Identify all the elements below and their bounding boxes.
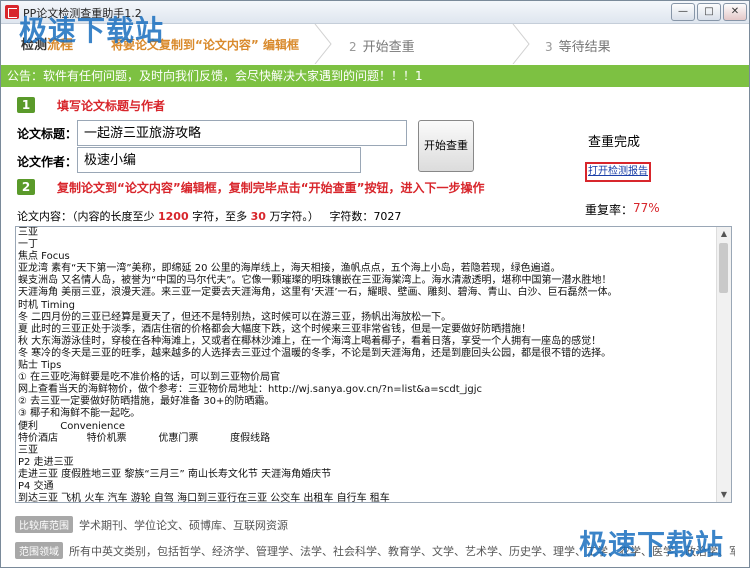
step-chevron-icon bbox=[512, 24, 530, 64]
paper-content-textarea[interactable]: 三亚 一丁 焦点 Focus 亚龙湾 素有“天下第一湾”美称，即绵延 20 公里的海岸… bbox=[15, 226, 732, 503]
close-icon[interactable]: ✕ bbox=[723, 3, 747, 21]
paper-title-input[interactable]: 一起游三亚旅游攻略 bbox=[77, 120, 407, 146]
content-line: ① 在三亚吃海鲜要是吃不准价格的话，可以到三亚物价局官 bbox=[18, 372, 281, 384]
section-2-title: 复制论文到“论文内容”编辑框，复制完毕点击“开始查重”按钮，进入下一步操作 bbox=[57, 181, 485, 195]
start-check-button[interactable]: 开始查重 bbox=[418, 120, 474, 172]
paper-title-label: 论文标题： bbox=[17, 127, 78, 141]
content-line: P4 交通 bbox=[18, 480, 54, 492]
step-3-number: 3 bbox=[545, 40, 553, 54]
app-window: PP论文检测查重助手1.2 — □ ✕ 检测流程 将要论文复制到“论文内容” 编… bbox=[0, 0, 750, 568]
section-2-number: 2 bbox=[17, 179, 35, 195]
compare-library-text: 学术期刊、学位论文、硕博库、互联网资源 bbox=[79, 519, 288, 532]
compare-library-tag: 比较库范围 bbox=[15, 516, 73, 533]
content-line: 蜈支洲岛 又名情人岛，被誉为“中国的马尔代夫”。它像一颗璀璨的明珠镶嵌在三亚海棠… bbox=[18, 275, 612, 287]
requirement-max: 30 bbox=[250, 210, 266, 223]
content-line: 亚龙湾 素有“天下第一湾”美称，即绵延 20 公里的海岸线上，海天相接，渔帆点点… bbox=[18, 263, 561, 275]
content-scrollbar[interactable]: ▲ ▼ bbox=[716, 227, 731, 502]
content-requirement: 论文内容：（内容的长度至少 1200 字符，至多 30 万字符。） 字符数：70… bbox=[17, 208, 401, 224]
content-line: ③ 椰子和海鲜不能一起吃。 bbox=[18, 408, 141, 420]
content-line: 走进三亚 度假胜地三亚 黎族“三月三” 南山长寿文化节 天涯海角婚庆节 bbox=[18, 468, 332, 480]
content-line: 便利 Convenience bbox=[18, 420, 126, 432]
content-line: 网上查看当天的海鲜物价，做个参考：三亚物价局地址：http://wj.sanya… bbox=[18, 384, 483, 396]
paper-content-text: 三亚 一丁 焦点 Focus 亚龙湾 素有“天下第一湾”美称，即绵延 20 公里的海岸… bbox=[18, 227, 716, 503]
watermark-bottom: 极速下载站 bbox=[579, 528, 725, 561]
step-2-number: 2 bbox=[349, 40, 357, 54]
duplicate-rate-label: 重复率： bbox=[585, 203, 634, 217]
step-1-text-quote: “论文内容” bbox=[195, 38, 259, 52]
duplicate-rate-value: 77% bbox=[633, 201, 660, 215]
scroll-up-arrow-icon[interactable]: ▲ bbox=[717, 227, 731, 241]
content-line: 三亚 bbox=[18, 444, 38, 456]
requirement-suffix: 万字符。） bbox=[269, 210, 319, 223]
watermark-top: 极速下载站 bbox=[19, 14, 165, 47]
requirement-prefix: 论文内容：（内容的长度至少 bbox=[17, 210, 155, 223]
char-count-label: 字符数： bbox=[329, 210, 374, 223]
content-line: 夏 此时的三亚正处于淡季，酒店住宿的价格都会大幅度下跌，这个时候来三亚非常省钱，… bbox=[18, 323, 532, 335]
check-status: 查重完成 bbox=[588, 135, 641, 150]
minimize-icon[interactable]: — bbox=[671, 3, 695, 21]
compare-library-row: 比较库范围 学术期刊、学位论文、硕博库、互联网资源 bbox=[15, 516, 288, 533]
content-line: 三亚 bbox=[18, 227, 38, 238]
content-line: 时机 Timing bbox=[18, 299, 75, 311]
section-1-title: 填写论文标题与作者 bbox=[57, 99, 166, 113]
content-line: 特价酒店 特价机票 优惠门票 度假线路 bbox=[18, 432, 271, 444]
char-count-value: 7027 bbox=[373, 210, 402, 223]
scope-field-tag: 范围领域 bbox=[15, 542, 63, 559]
content-line: 贴士 Tips bbox=[18, 360, 62, 372]
content-line: 一丁 bbox=[18, 239, 38, 251]
content-line: 焦点 Focus bbox=[18, 251, 70, 263]
requirement-min: 1200 bbox=[158, 210, 189, 223]
notice-banner: 公告：软件有任何问题，及时向我们反馈，会尽快解决大家遇到的问题！！！1 bbox=[1, 65, 749, 87]
open-report-link[interactable]: 打开检测报告 bbox=[585, 162, 651, 182]
maximize-icon[interactable]: □ bbox=[697, 3, 721, 21]
step-3: 3 等待结果 bbox=[545, 36, 611, 55]
step-2-label: 开始查重 bbox=[362, 40, 415, 55]
content-line: 冬 二四月份的三亚已经算是夏天了，但还不是特别热，这时候可以在游三亚，扬帆出海放… bbox=[18, 311, 452, 323]
section-1-number: 1 bbox=[17, 97, 35, 113]
content-line: ② 去三亚一定要做好防晒措施，最好准备 30+的防晒霜。 bbox=[18, 396, 275, 408]
content-line: 秋 大东海游泳佳时，穿梭在各种海滩上，又或者在椰林沙滩上，在一个海湾上喝着椰子，… bbox=[18, 335, 602, 347]
content-line: P2 走进三亚 bbox=[18, 456, 74, 468]
step-1-text-b: 编辑框 bbox=[262, 38, 299, 52]
app-logo-icon bbox=[5, 5, 19, 19]
content-line: 到达三亚 飞机 火车 汽车 游轮 自驾 海口到三亚行在三亚 公交车 出租车 自行… bbox=[18, 493, 390, 503]
step-chevron-icon bbox=[314, 24, 332, 64]
scroll-down-arrow-icon[interactable]: ▼ bbox=[717, 488, 731, 502]
step-3-label: 等待结果 bbox=[558, 40, 611, 55]
paper-author-label: 论文作者： bbox=[17, 155, 78, 169]
requirement-mid: 字符，至多 bbox=[192, 210, 248, 223]
step-2: 2 开始查重 bbox=[349, 36, 415, 55]
content-line: 天涯海角 美丽三亚，浪漫天涯。来三亚一定要去天涯海角，这里有‘天涯’一石，耀眼、… bbox=[18, 287, 618, 299]
content-line: 冬 寒冷的冬天是三亚的旺季，越来越多的人选择去三亚过个温暖的冬季，不论是到天涯海… bbox=[18, 347, 612, 359]
scrollbar-thumb[interactable] bbox=[719, 243, 728, 293]
paper-author-input[interactable]: 极速小编 bbox=[77, 147, 361, 173]
